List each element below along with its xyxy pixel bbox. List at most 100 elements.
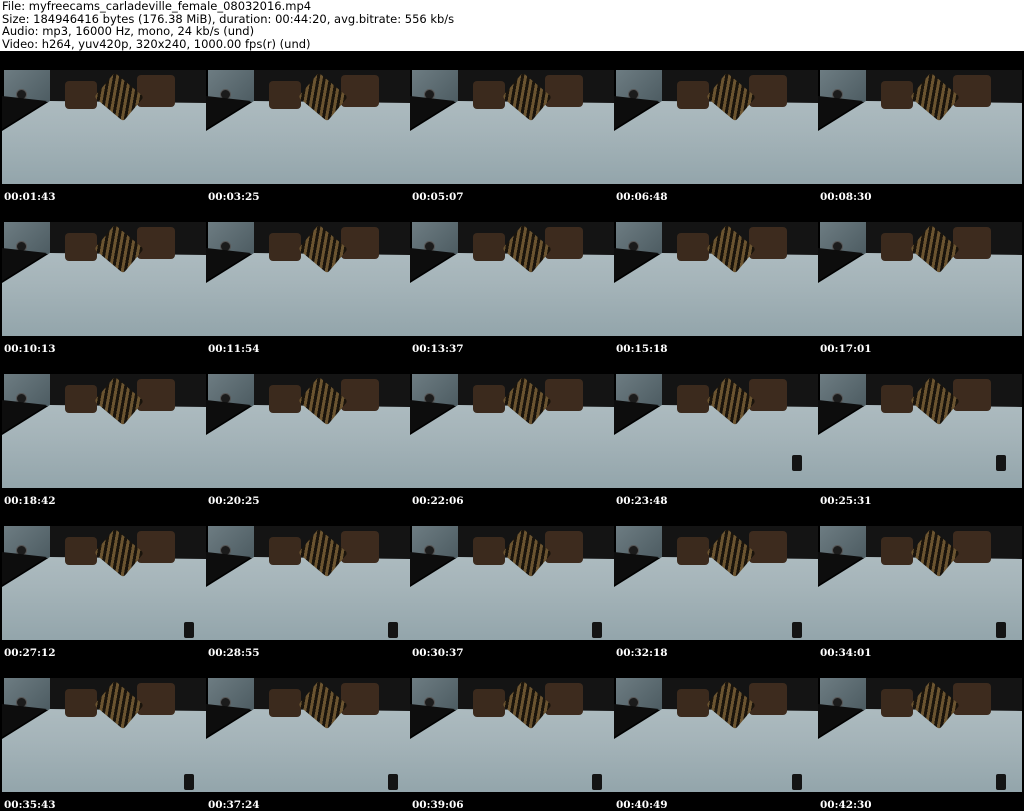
video-thumbnail: 00:30:37: [410, 507, 614, 659]
pillow: [749, 75, 787, 107]
pillow: [545, 379, 583, 411]
phone-object: [388, 622, 398, 638]
pillow: [137, 227, 175, 259]
phone-object: [792, 622, 802, 638]
pillow: [473, 385, 505, 413]
pillow: [65, 537, 97, 565]
video-thumbnail: 00:06:48: [614, 51, 818, 203]
phone-object: [184, 622, 194, 638]
audio-info: Audio: mp3, 16000 Hz, mono, 24 kb/s (und…: [2, 24, 255, 38]
file-name: File: myfreecams_carladeville_female_080…: [2, 0, 312, 13]
pillow: [137, 683, 175, 715]
video-thumbnail: 00:35:43: [2, 659, 206, 811]
pillow: [65, 233, 97, 261]
timestamp: 00:11:54: [208, 343, 260, 355]
video-thumbnail: 00:11:54: [206, 203, 410, 355]
timestamp: 00:17:01: [820, 343, 872, 355]
pillow: [677, 81, 709, 109]
video-thumbnail: 00:28:55: [206, 507, 410, 659]
pillow: [341, 379, 379, 411]
timestamp: 00:08:30: [820, 191, 872, 203]
pillow: [677, 537, 709, 565]
timestamp: 00:05:07: [412, 191, 464, 203]
pillow: [137, 379, 175, 411]
video-thumbnail: 00:20:25: [206, 355, 410, 507]
video-thumbnail: 00:25:31: [818, 355, 1022, 507]
timestamp: 00:32:18: [616, 647, 668, 659]
pillow: [749, 379, 787, 411]
phone-object: [792, 455, 802, 471]
pillow: [341, 227, 379, 259]
timestamp: 00:10:13: [4, 343, 56, 355]
pillow: [881, 233, 913, 261]
phone-object: [996, 622, 1006, 638]
pillow: [473, 81, 505, 109]
pillow: [473, 233, 505, 261]
pillow: [749, 227, 787, 259]
video-thumbnail: 00:39:06: [410, 659, 614, 811]
pillow: [881, 537, 913, 565]
video-thumbnail: 00:01:43: [2, 51, 206, 203]
video-thumbnail: 00:10:13: [2, 203, 206, 355]
pillow: [677, 689, 709, 717]
timestamp: 00:37:24: [208, 799, 260, 811]
video-thumbnail: 00:08:30: [818, 51, 1022, 203]
video-thumbnail: 00:27:12: [2, 507, 206, 659]
pillow: [881, 81, 913, 109]
timestamp: 00:27:12: [4, 647, 56, 659]
video-thumbnail: 00:23:48: [614, 355, 818, 507]
video-thumbnail: 00:22:06: [410, 355, 614, 507]
pillow: [545, 227, 583, 259]
phone-object: [184, 774, 194, 790]
pillow: [65, 385, 97, 413]
timestamp: 00:20:25: [208, 495, 260, 507]
video-thumbnail: 00:18:42: [2, 355, 206, 507]
phone-object: [592, 774, 602, 790]
pillow: [953, 379, 991, 411]
video-thumbnail: 00:32:18: [614, 507, 818, 659]
timestamp: 00:03:25: [208, 191, 260, 203]
phone-object: [792, 774, 802, 790]
pillow: [269, 385, 301, 413]
video-thumbnail: 00:05:07: [410, 51, 614, 203]
pillow: [341, 683, 379, 715]
pillow: [749, 683, 787, 715]
pillow: [137, 75, 175, 107]
pillow: [953, 531, 991, 563]
timestamp: 00:13:37: [412, 343, 464, 355]
timestamp: 00:30:37: [412, 647, 464, 659]
file-info-header: File: myfreecams_carladeville_female_080…: [2, 0, 454, 50]
timestamp: 00:25:31: [820, 495, 872, 507]
video-thumbnail: 00:40:49: [614, 659, 818, 811]
timestamp: 00:15:18: [616, 343, 668, 355]
pillow: [269, 689, 301, 717]
timestamp: 00:18:42: [4, 495, 56, 507]
pillow: [749, 531, 787, 563]
timestamp: 00:40:49: [616, 799, 668, 811]
video-thumbnail: 00:17:01: [818, 203, 1022, 355]
timestamp: 00:22:06: [412, 495, 464, 507]
timestamp: 00:28:55: [208, 647, 260, 659]
video-thumbnail: 00:15:18: [614, 203, 818, 355]
video-thumbnail: 00:13:37: [410, 203, 614, 355]
pillow: [137, 531, 175, 563]
video-thumbnail: 00:42:30: [818, 659, 1022, 811]
pillow: [65, 81, 97, 109]
phone-object: [388, 774, 398, 790]
timestamp: 00:23:48: [616, 495, 668, 507]
pillow: [953, 75, 991, 107]
video-info: Video: h264, yuv420p, 320x240, 1000.00 f…: [2, 36, 311, 51]
thumbnail-grid: 00:01:43 00:03:25 00:05:07 00:06:48 00:08:30…: [0, 51, 1024, 811]
timestamp: 00:06:48: [616, 191, 668, 203]
video-thumbnail: 00:03:25: [206, 51, 410, 203]
pillow: [269, 233, 301, 261]
pillow: [953, 227, 991, 259]
pillow: [677, 233, 709, 261]
pillow: [881, 689, 913, 717]
pillow: [341, 75, 379, 107]
timestamp: 00:39:06: [412, 799, 464, 811]
pillow: [545, 683, 583, 715]
timestamp: 00:42:30: [820, 799, 872, 811]
timestamp: 00:34:01: [820, 647, 872, 659]
video-thumbnail: 00:37:24: [206, 659, 410, 811]
